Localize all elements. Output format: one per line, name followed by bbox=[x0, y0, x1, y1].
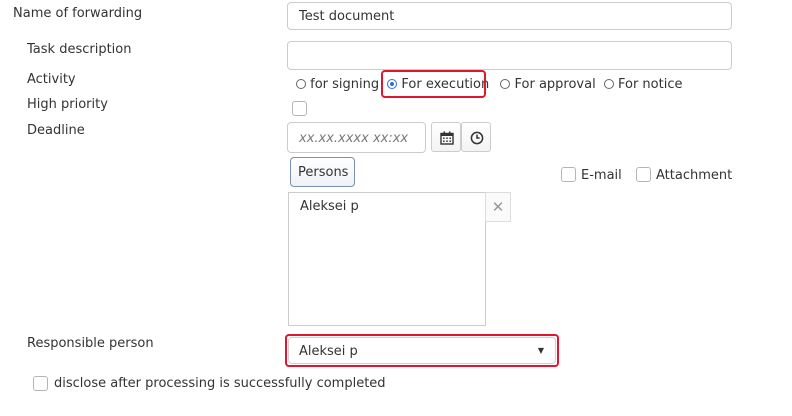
calendar-button[interactable] bbox=[431, 122, 461, 152]
persons-list[interactable]: Aleksei p bbox=[288, 192, 486, 326]
responsible-person-value: Aleksei p bbox=[299, 344, 358, 359]
persons-list-item[interactable]: Aleksei p bbox=[300, 199, 359, 214]
attachment-checkbox[interactable] bbox=[636, 167, 651, 182]
activity-option-label: For notice bbox=[617, 77, 683, 92]
high-priority-checkbox[interactable] bbox=[292, 101, 307, 116]
activity-label: Activity bbox=[27, 72, 76, 87]
activity-option-label: For approval bbox=[514, 77, 596, 92]
clock-icon bbox=[470, 131, 484, 145]
activity-option-for-notice[interactable]: For notice bbox=[603, 77, 683, 92]
activity-option-for-signing[interactable]: for signing bbox=[296, 77, 383, 92]
attachment-label: Attachment bbox=[656, 168, 733, 183]
task-description-label: Task description bbox=[27, 42, 132, 57]
responsible-person-select[interactable]: Aleksei p ▼ bbox=[288, 337, 556, 364]
radio-icon[interactable] bbox=[603, 79, 614, 89]
task-description-input[interactable] bbox=[287, 41, 732, 70]
activity-option-for-approval[interactable]: For approval bbox=[500, 77, 599, 92]
activity-radio-group: for signing For execution For approval F… bbox=[296, 77, 682, 92]
deadline-label: Deadline bbox=[27, 123, 85, 138]
high-priority-label: High priority bbox=[27, 97, 108, 112]
clear-persons-button[interactable]: ✕ bbox=[485, 192, 511, 222]
email-checkbox[interactable] bbox=[561, 167, 576, 182]
disclose-checkbox[interactable] bbox=[33, 376, 48, 391]
disclose-label: disclose after processing is successfull… bbox=[54, 376, 386, 391]
deadline-placeholder: xx.xx.xxxx xx:xx bbox=[299, 131, 409, 146]
persons-button-label: Persons bbox=[298, 165, 349, 180]
close-icon: ✕ bbox=[491, 198, 505, 216]
for-execution-highlight bbox=[381, 70, 486, 98]
deadline-input[interactable]: xx.xx.xxxx xx:xx bbox=[287, 122, 426, 153]
name-of-forwarding-value: Test document bbox=[299, 9, 395, 24]
email-label: E-mail bbox=[581, 168, 622, 183]
chevron-down-icon: ▼ bbox=[537, 346, 544, 355]
calendar-icon bbox=[440, 131, 454, 145]
time-button[interactable] bbox=[461, 122, 491, 152]
responsible-person-label: Responsible person bbox=[27, 336, 154, 351]
radio-icon[interactable] bbox=[500, 79, 511, 89]
persons-button[interactable]: Persons bbox=[290, 157, 355, 187]
radio-icon[interactable] bbox=[296, 79, 306, 89]
activity-option-label: for signing bbox=[310, 77, 380, 92]
name-of-forwarding-label: Name of forwarding bbox=[13, 6, 143, 21]
name-of-forwarding-input[interactable]: Test document bbox=[287, 2, 732, 30]
